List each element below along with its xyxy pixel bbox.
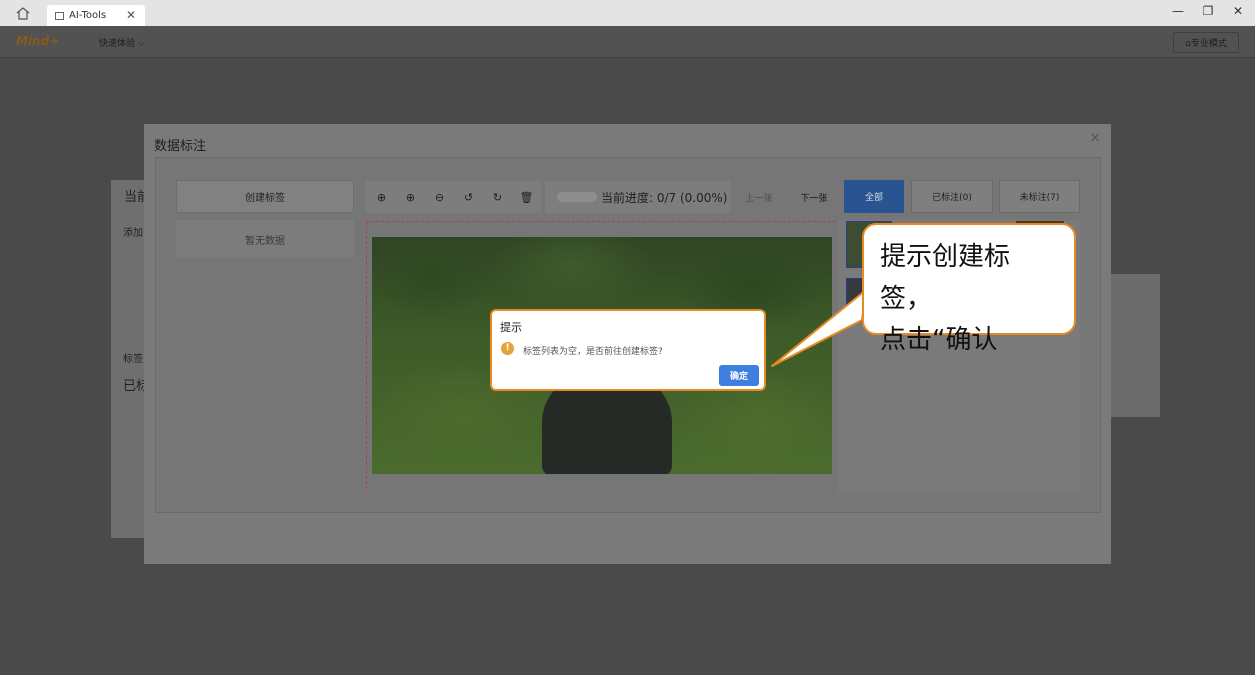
tab-close-icon[interactable]: ✕	[126, 8, 136, 22]
crosshair-icon[interactable]: ⊕	[374, 190, 389, 205]
bg-label-add: 添加	[123, 228, 143, 239]
progress-indicator: 当前进度: 0/7 (0.00%)	[545, 181, 730, 213]
pro-mode-button[interactable]: ⌂专业模式	[1173, 32, 1239, 53]
prompt-message-box: 提示 ! 标签列表为空，是否前往创建标签? 确定	[490, 309, 766, 391]
prev-image-button[interactable]: 上一张	[735, 181, 783, 213]
dialog-title: 数据标注	[154, 139, 207, 154]
zoom-in-icon[interactable]: ⊕	[403, 190, 418, 205]
filter-unlabeled-button[interactable]: 未标注(7)	[999, 180, 1080, 213]
rotate-left-icon[interactable]: ↺	[461, 190, 476, 205]
app-header: Mind+ 快速体验 ⌵ ⌂专业模式	[0, 26, 1255, 58]
home-icon[interactable]	[14, 5, 32, 21]
filter-labeled-button[interactable]: 已标注(0)	[911, 180, 993, 213]
callout-line-1: 提示创建标签，	[880, 242, 1011, 314]
minimize-icon[interactable]: —	[1170, 4, 1186, 18]
close-window-icon[interactable]: ✕	[1230, 4, 1246, 18]
next-image-button[interactable]: 下一张	[790, 181, 838, 213]
rotate-right-icon[interactable]: ↻	[490, 190, 505, 205]
warning-icon: !	[501, 342, 514, 355]
create-label-button[interactable]: 创建标签	[176, 180, 354, 213]
filter-all-button[interactable]: 全部	[844, 180, 904, 213]
progress-text: 当前进度: 0/7 (0.00%)	[601, 190, 728, 205]
instruction-callout: 提示创建标签， 点击“确认	[862, 223, 1076, 355]
callout-line-2: 点击“确认	[880, 325, 998, 356]
image-toolbar: ⊕ ⊕ ⊖ ↺ ↻ 🗑	[366, 181, 541, 213]
title-bar: AI-Tools ✕ — ❐ ✕	[0, 0, 1255, 26]
zoom-out-icon[interactable]: ⊖	[432, 190, 447, 205]
restore-icon[interactable]: ❐	[1200, 4, 1216, 18]
tab-ai-tools[interactable]: AI-Tools ✕	[47, 5, 145, 26]
bg-label-tag: 标签	[123, 354, 143, 365]
tab-doc-icon	[55, 11, 64, 20]
quick-experience-menu[interactable]: 快速体验 ⌵	[99, 36, 145, 49]
alert-message: 标签列表为空，是否前往创建标签?	[523, 347, 663, 357]
progress-bar	[557, 192, 597, 202]
no-data-text: 暂无数据	[176, 220, 354, 258]
tab-title: AI-Tools	[69, 10, 107, 21]
alert-title: 提示	[500, 321, 522, 334]
delete-icon[interactable]: 🗑	[519, 190, 534, 205]
mind-plus-logo: Mind+	[16, 34, 60, 48]
dialog-close-icon[interactable]: ×	[1089, 130, 1101, 146]
confirm-button[interactable]: 确定	[719, 365, 759, 386]
background-right-panel	[1110, 274, 1160, 417]
